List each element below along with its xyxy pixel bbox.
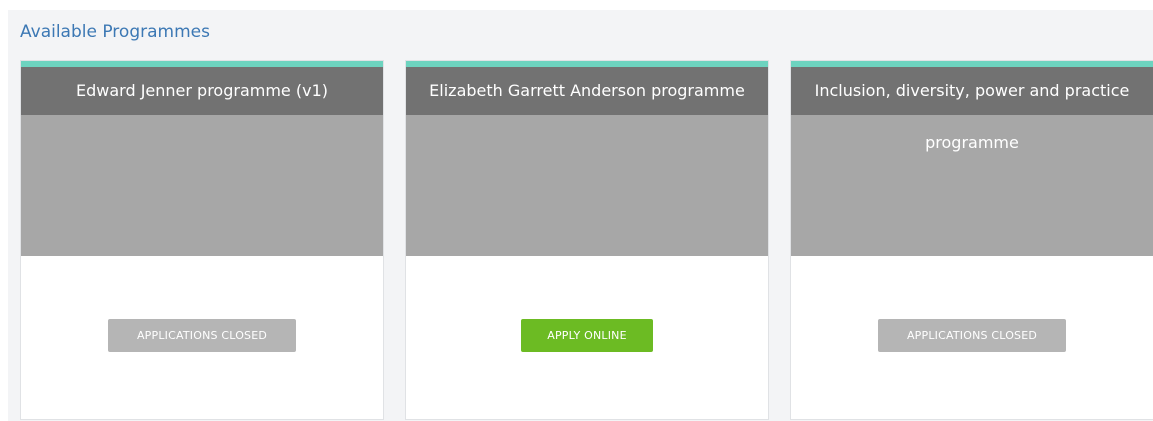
card-footer: APPLICATIONS CLOSED [21,256,383,419]
card-image-placeholder [21,115,383,256]
programme-card-elizabeth-garrett-anderson: Elizabeth Garrett Anderson programme APP… [405,60,769,420]
card-footer: APPLICATIONS CLOSED [791,256,1153,419]
applications-closed-button[interactable]: APPLICATIONS CLOSED [108,319,296,352]
card-title-continued: programme [925,133,1019,152]
programme-card-inclusion-diversity: Inclusion, diversity, power and practice… [790,60,1153,420]
available-programmes-panel: Available Programmes Edward Jenner progr… [8,10,1153,421]
card-title: Inclusion, diversity, power and practice [791,67,1153,115]
card-title: Elizabeth Garrett Anderson programme [406,67,768,115]
card-footer: APPLY ONLINE [406,256,768,419]
card-image-placeholder [406,115,768,256]
card-title: Edward Jenner programme (v1) [21,67,383,115]
programme-card-edward-jenner: Edward Jenner programme (v1) APPLICATION… [20,60,384,420]
applications-closed-button[interactable]: APPLICATIONS CLOSED [878,319,1066,352]
apply-online-button[interactable]: APPLY ONLINE [521,319,653,352]
section-title: Available Programmes [20,22,210,42]
